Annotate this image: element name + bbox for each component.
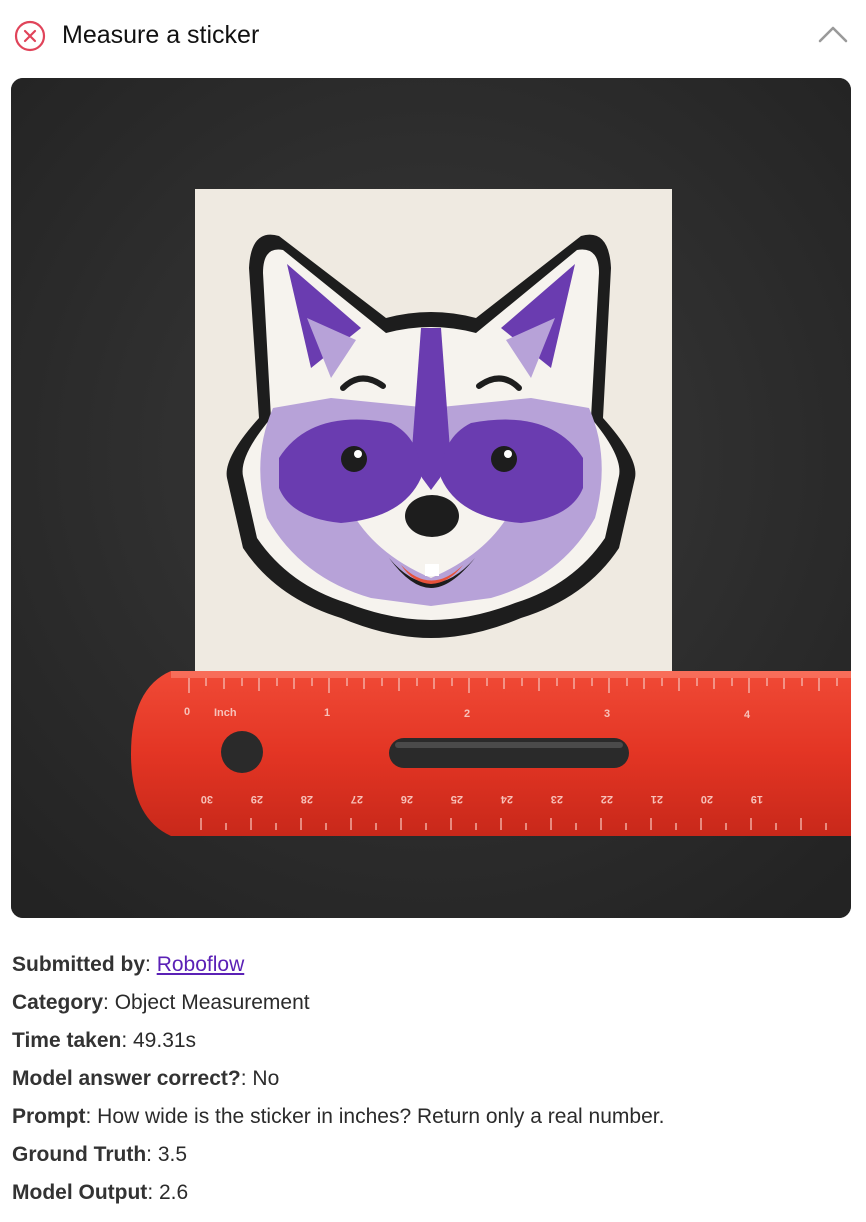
detail-label: Model Output — [12, 1181, 148, 1204]
ruler-cm-22: 22 — [601, 793, 613, 805]
detail-label: Ground Truth — [12, 1143, 147, 1166]
detail-value: Object Measurement — [114, 991, 310, 1014]
ruler-cm-24: 24 — [500, 793, 513, 805]
detail-label: Prompt — [12, 1105, 86, 1128]
detail-answer-correct: Model answer correct?: No — [12, 1067, 280, 1090]
chevron-up-icon[interactable] — [816, 22, 850, 48]
ruler-cm-21: 21 — [651, 793, 663, 805]
ruler-tick-3: 3 — [604, 708, 610, 720]
ruler-inch-label: Inch — [214, 707, 237, 719]
ruler-cm-20: 20 — [701, 793, 713, 805]
ruler-tick-4: 4 — [744, 709, 751, 721]
ruler-cm-19: 19 — [751, 793, 763, 805]
detail-prompt: Prompt: How wide is the sticker in inche… — [12, 1105, 665, 1128]
detail-value: 3.5 — [157, 1143, 188, 1166]
ruler: 0 Inch 1 2 3 4 30 29 28 27 26 25 24 23 2… — [131, 671, 851, 836]
ruler-cm-30: 30 — [201, 793, 213, 805]
detail-value: How wide is the sticker in inches? Retur… — [97, 1105, 665, 1128]
detail-label: Model answer correct? — [12, 1067, 241, 1090]
detail-category: Category: Object Measurement — [12, 991, 310, 1014]
sticker-photo: 0 Inch 1 2 3 4 30 29 28 27 26 25 24 23 2… — [11, 78, 851, 918]
detail-submitted-by: Submitted by: Roboflow — [12, 953, 245, 976]
card-header: Measure a sticker — [0, 0, 866, 70]
ruler-cm-28: 28 — [301, 793, 313, 805]
ruler-tick-2: 2 — [464, 708, 470, 720]
submitter-link[interactable]: Roboflow — [157, 953, 245, 976]
detail-value: No — [252, 1067, 280, 1090]
ruler-tick-1: 1 — [324, 707, 330, 719]
card-title: Measure a sticker — [62, 21, 260, 49]
sticker-photo-drawing: 0 Inch 1 2 3 4 30 29 28 27 26 25 24 23 2… — [11, 78, 851, 918]
detail-value: 49.31s — [133, 1029, 197, 1052]
detail-ground-truth: Ground Truth: 3.5 — [12, 1143, 188, 1166]
detail-label: Submitted by — [12, 953, 146, 976]
ruler-cm-23: 23 — [551, 793, 563, 805]
ruler-cm-25: 25 — [451, 793, 463, 805]
detail-model-output: Model Output: 2.6 — [12, 1181, 189, 1204]
ruler-cm-29: 29 — [251, 793, 263, 805]
ruler-tick-0: 0 — [184, 706, 190, 718]
detail-label: Time taken — [12, 1029, 122, 1052]
submission-details: Submitted by: Roboflow Category: Object … — [12, 946, 852, 1212]
x-circle-icon — [14, 20, 46, 52]
ruler-cm-26: 26 — [401, 793, 413, 805]
detail-time-taken: Time taken: 49.31s — [12, 1029, 197, 1052]
detail-label: Category — [12, 991, 104, 1014]
ruler-cm-27: 27 — [351, 793, 363, 805]
detail-value: 2.6 — [158, 1181, 189, 1204]
